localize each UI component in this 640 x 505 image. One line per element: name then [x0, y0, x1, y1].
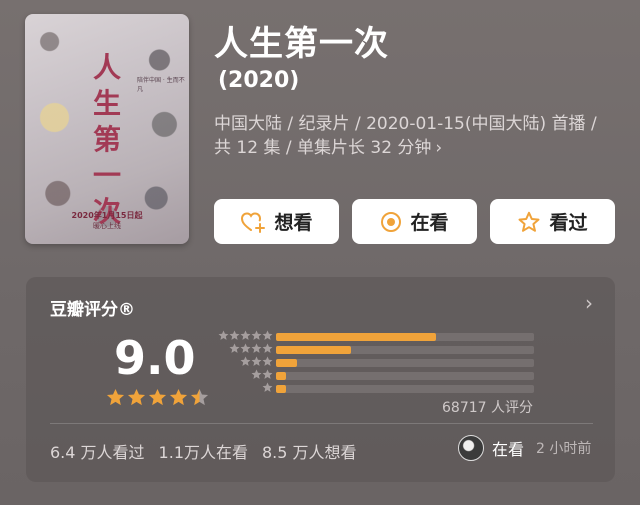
audience-stats: 6.4 万人看过 1.1万人在看 8.5 万人想看 — [50, 439, 357, 463]
page-title: 人生第一次 — [214, 24, 389, 64]
watching-count[interactable]: 1.1万人在看 — [159, 439, 248, 463]
small-star-icon — [262, 356, 273, 366]
distribution-row-3-star — [208, 356, 538, 369]
watched-button[interactable]: 看过 — [490, 199, 615, 244]
meta-line-2: 共 12 集 / 单集片长 32 分钟 › — [214, 136, 624, 160]
rating-header: 豆瓣评分® — [50, 300, 135, 320]
want-button-label: 想看 — [274, 212, 313, 234]
distribution-track — [276, 372, 534, 380]
divider — [50, 423, 593, 424]
small-star-icon — [251, 369, 262, 379]
poster-date: 2020年1月15日起 — [71, 211, 143, 220]
small-star-icon — [229, 343, 240, 353]
rating-stars — [106, 388, 209, 407]
watched-button-label: 看过 — [549, 212, 588, 234]
distribution-track — [276, 385, 534, 393]
small-star-icon — [251, 330, 262, 340]
distribution-stars — [240, 356, 273, 367]
distribution-track — [276, 346, 534, 354]
release-year: (2020) — [218, 68, 300, 93]
poster-title-char: 一 — [92, 159, 121, 192]
watched-count[interactable]: 6.4 万人看过 — [50, 439, 145, 463]
distribution-row-1-star — [208, 382, 538, 395]
small-star-icon — [229, 330, 240, 340]
small-star-icon — [262, 382, 273, 392]
poster-image[interactable]: 人 生 第 一 次 陪伴中国 · 生而不凡 2020年1月15日起 暖心上线 — [25, 14, 189, 244]
star-outline-icon — [518, 211, 540, 232]
poster-title-char: 生 — [92, 87, 121, 120]
friend-activity[interactable]: 在看 2 小时前 — [458, 435, 591, 461]
small-star-icon — [218, 330, 229, 340]
poster-title-char: 人 — [92, 51, 121, 84]
distribution-stars — [262, 382, 273, 393]
small-star-icon — [240, 330, 251, 340]
heart-plus-icon — [241, 211, 266, 233]
chevron-right-icon: › — [435, 138, 443, 158]
small-star-icon — [262, 343, 273, 353]
star-icon — [148, 388, 167, 406]
distribution-track — [276, 359, 534, 367]
distribution-bar — [276, 372, 287, 380]
small-star-icon — [251, 356, 262, 366]
poster-subtitle: 暖心上线 — [93, 222, 121, 230]
meta-line-2-text: 共 12 集 / 单集片长 32 分钟 — [214, 138, 432, 158]
meta-line-1: 中国大陆 / 纪录片 / 2020-01-15(中国大陆) 首播 / — [214, 114, 597, 134]
friend-time: 2 小时前 — [536, 441, 592, 457]
poster-title: 人 生 第 一 次 — [91, 50, 123, 230]
distribution-stars — [251, 369, 273, 380]
small-star-icon — [262, 330, 273, 340]
rating-distribution — [208, 330, 538, 395]
distribution-row-2-star — [208, 369, 538, 382]
small-star-icon — [240, 343, 251, 353]
distribution-row-5-star — [208, 330, 538, 343]
small-star-icon — [262, 369, 273, 379]
avatar — [458, 435, 484, 461]
distribution-bar — [276, 346, 351, 354]
distribution-bar — [276, 359, 297, 367]
watching-button[interactable]: 在看 — [352, 199, 477, 244]
watching-button-label: 在看 — [410, 212, 449, 234]
friend-status: 在看 — [492, 440, 525, 459]
distribution-stars — [229, 343, 273, 354]
want-count[interactable]: 8.5 万人想看 — [262, 439, 357, 463]
target-icon — [381, 211, 402, 232]
small-star-icon — [240, 356, 251, 366]
rating-count: 68717 人评分 — [442, 400, 533, 416]
distribution-bar — [276, 333, 436, 341]
distribution-stars — [218, 330, 273, 341]
chevron-right-icon[interactable]: › — [585, 291, 593, 315]
star-icon — [190, 388, 209, 406]
want-button[interactable]: 想看 — [214, 199, 339, 244]
distribution-row-4-star — [208, 343, 538, 356]
movie-meta[interactable]: 中国大陆 / 纪录片 / 2020-01-15(中国大陆) 首播 / 共 12 … — [214, 112, 624, 160]
star-icon — [127, 388, 146, 406]
poster-title-char: 第 — [92, 123, 121, 156]
star-icon — [106, 388, 125, 406]
small-star-icon — [251, 343, 262, 353]
poster-tagline: 陪伴中国 · 生而不凡 — [137, 77, 185, 93]
rating-score: 9.0 — [114, 331, 196, 385]
rating-card[interactable]: 豆瓣评分® › 9.0 68717 人评分 6.4 万人看过 1.1万人在看 8… — [26, 277, 615, 482]
distribution-track — [276, 333, 534, 341]
star-icon — [169, 388, 188, 406]
distribution-bar — [276, 385, 287, 393]
